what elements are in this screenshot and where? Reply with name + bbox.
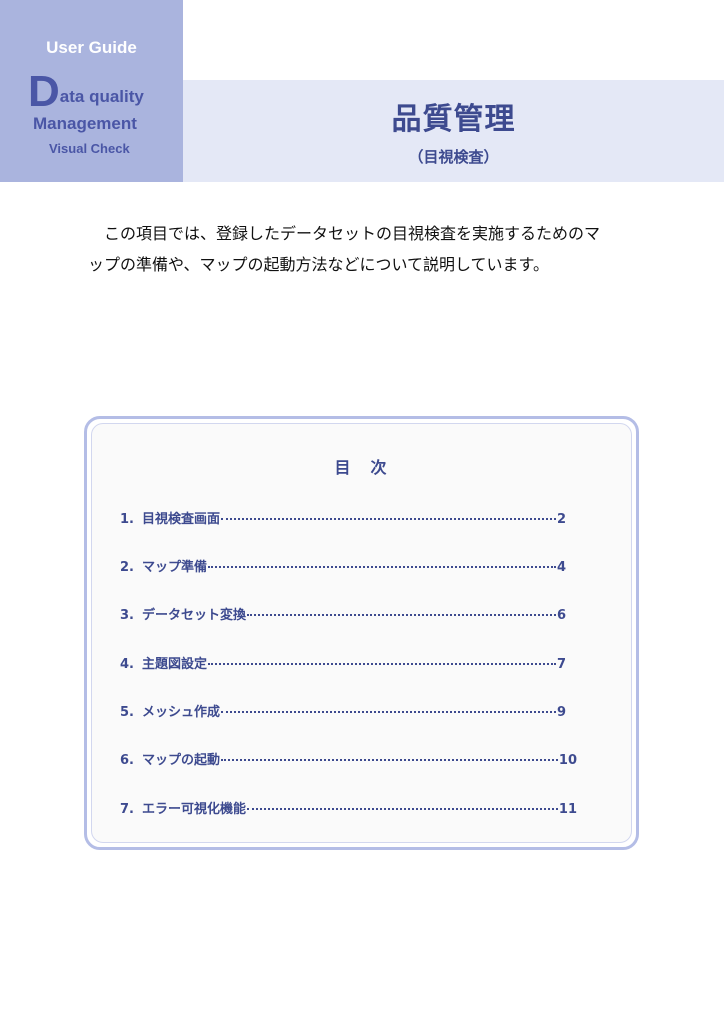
toc-item-page: 9 xyxy=(556,705,566,720)
toc-item-label: メッシュ作成 xyxy=(142,705,221,720)
toc-leader-dots xyxy=(221,518,556,520)
table-of-contents: 目 次 1. 目視検査画面 2 2. マップ準備 4 3. データセット変換 6 xyxy=(84,416,639,850)
toc-item-page: 2 xyxy=(556,512,566,527)
toc-leader-dots xyxy=(221,759,558,761)
toc-item-1[interactable]: 1. 目視検査画面 2 xyxy=(120,508,566,528)
logo-initial: D xyxy=(28,67,60,116)
logo-line2: Management xyxy=(33,114,137,133)
logo-block: User Guide Data quality Management Visua… xyxy=(0,0,183,182)
toc-item-6[interactable]: 6. マップの起動 10 xyxy=(120,749,577,769)
toc-item-page: 10 xyxy=(558,753,577,768)
intro-paragraph: この項目では、登録したデータセットの目視検査を実施するためのマ ップの準備や、マ… xyxy=(88,218,648,280)
toc-item-number: 7. xyxy=(120,802,134,817)
toc-item-number: 1. xyxy=(120,512,134,527)
toc-item-page: 7 xyxy=(556,657,566,672)
toc-item-label: エラー可視化機能 xyxy=(142,802,247,817)
intro-line-1: この項目では、登録したデータセットの目視検査を実施するためのマ xyxy=(104,224,601,243)
page-title: 品質管理 xyxy=(391,102,516,137)
toc-leader-dots xyxy=(247,808,558,810)
toc-item-5[interactable]: 5. メッシュ作成 9 xyxy=(120,701,566,721)
toc-item-number: 4. xyxy=(120,657,134,672)
toc-leader-dots xyxy=(208,663,556,665)
toc-item-number: 3. xyxy=(120,608,134,623)
logo-line3: Visual Check xyxy=(49,141,130,156)
logo-line-data-quality: Data quality xyxy=(28,70,144,114)
toc-item-page: 11 xyxy=(558,802,577,817)
toc-item-label: データセット変換 xyxy=(142,608,247,623)
user-guide-label: User Guide xyxy=(46,38,137,57)
toc-leader-dots xyxy=(247,614,556,616)
toc-heading: 目 次 xyxy=(334,458,389,477)
toc-item-label: マップの起動 xyxy=(142,753,221,768)
toc-item-label: 目視検査画面 xyxy=(142,512,221,527)
toc-item-2[interactable]: 2. マップ準備 4 xyxy=(120,556,566,576)
toc-leader-dots xyxy=(208,566,556,568)
toc-item-4[interactable]: 4. 主題図設定 7 xyxy=(120,653,566,673)
toc-item-number: 6. xyxy=(120,753,134,768)
toc-item-page: 4 xyxy=(556,560,566,575)
toc-item-number: 2. xyxy=(120,560,134,575)
title-band: 品質管理 （目視検査） xyxy=(183,80,724,182)
intro-line-2: ップの準備や、マップの起動方法などについて説明しています。 xyxy=(88,255,549,274)
logo-line1: ata quality xyxy=(59,87,144,106)
toc-item-3[interactable]: 3. データセット変換 6 xyxy=(120,604,566,624)
toc-item-label: 主題図設定 xyxy=(142,657,208,672)
toc-item-page: 6 xyxy=(556,608,566,623)
toc-inner-box: 目 次 1. 目視検査画面 2 2. マップ準備 4 3. データセット変換 6 xyxy=(91,423,632,843)
page-subtitle: （目視検査） xyxy=(408,148,499,166)
toc-item-7[interactable]: 7. エラー可視化機能 11 xyxy=(120,798,577,818)
toc-leader-dots xyxy=(221,711,556,713)
toc-item-number: 5. xyxy=(120,705,134,720)
toc-item-label: マップ準備 xyxy=(142,560,208,575)
